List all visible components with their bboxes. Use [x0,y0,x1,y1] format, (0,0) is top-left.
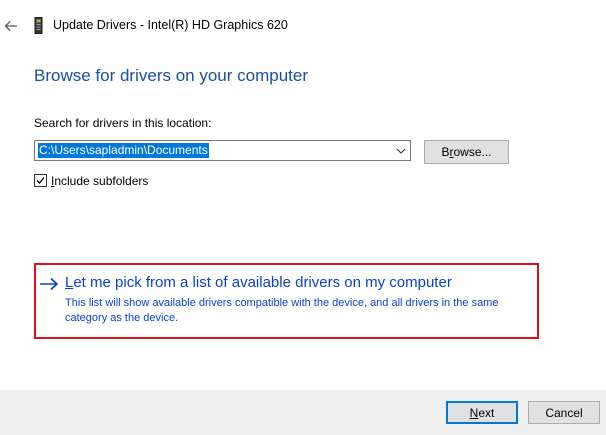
pick-option-description: This list will show available drivers co… [65,297,499,324]
path-input-value[interactable]: C:\Users\sapladmin\Documents [38,143,209,158]
browse-button-label-pre: B [441,145,450,159]
page-heading: Browse for drivers on your computer [34,66,308,85]
update-drivers-window: Update Drivers - Intel(R) HD Graphics 62… [0,0,606,435]
graphics-card-icon [34,17,43,34]
window-title: Update Drivers - Intel(R) HD Graphics 62… [53,18,288,32]
pick-option-title-text: et me pick from a list of available driv… [73,274,452,291]
back-button[interactable] [2,17,20,35]
chevron-down-icon[interactable] [395,145,407,157]
next-button-accelerator: N [469,405,479,420]
include-subfolders-label: Include subfolders [51,174,148,188]
next-button-label: ext [478,405,495,420]
pick-option-title[interactable]: Let me pick from a list of available dri… [65,274,452,291]
title-bar: Update Drivers - Intel(R) HD Graphics 62… [0,0,606,52]
checkbox-box[interactable] [34,174,47,187]
search-location-label: Search for drivers in this location: [34,116,212,130]
browse-button-label-post: owse... [453,145,492,159]
next-button[interactable]: Next [446,401,518,424]
include-subfolders-checkbox[interactable]: Include subfolders [34,173,148,188]
path-combobox[interactable]: C:\Users\sapladmin\Documents [34,140,411,161]
checkmark-icon [36,177,45,184]
cancel-button[interactable]: Cancel [528,401,600,424]
back-arrow-icon [4,21,17,31]
include-subfolders-text: nclude subfolders [54,173,149,188]
arrow-right-icon [40,277,59,291]
cancel-button-label: Cancel [545,405,583,420]
browse-button[interactable]: Br owse... [424,140,509,164]
